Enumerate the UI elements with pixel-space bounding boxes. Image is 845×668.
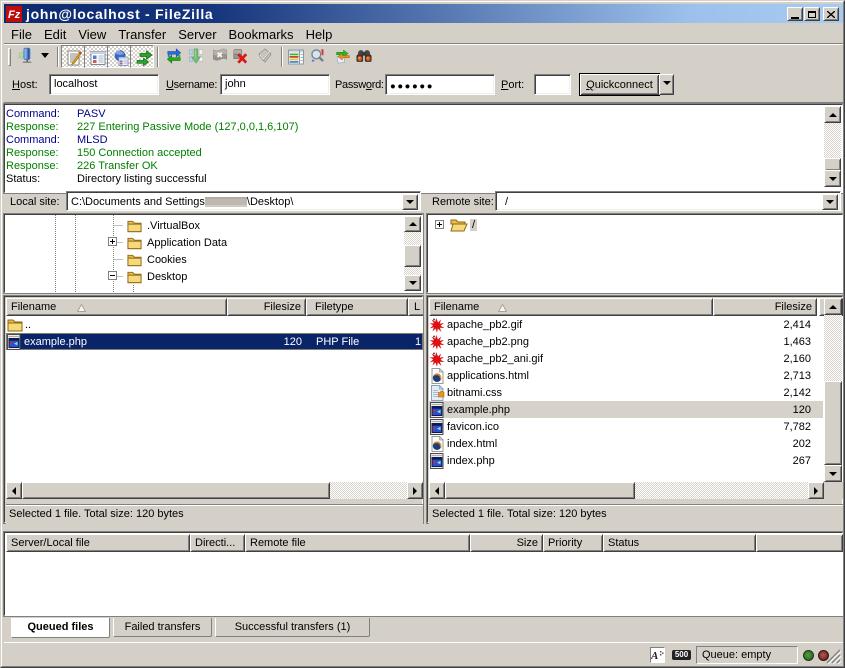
svg-text:A: A [651,650,658,662]
svg-text:Fz: Fz [8,9,21,21]
